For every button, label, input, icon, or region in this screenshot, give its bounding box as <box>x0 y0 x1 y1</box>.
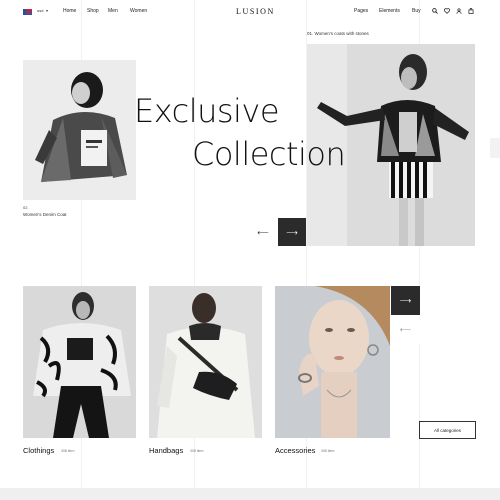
category-name-handbags[interactable]: Handbags <box>149 446 183 455</box>
prev-slide-button[interactable]: ⟵ <box>249 218 277 246</box>
category-image-handbags[interactable] <box>149 286 262 438</box>
hero-image-denim-coat[interactable] <box>23 60 136 200</box>
category-image-accessories[interactable] <box>275 286 390 438</box>
nav-women[interactable]: Women <box>130 8 147 14</box>
search-icon[interactable] <box>432 8 438 14</box>
user-icon[interactable] <box>456 8 462 14</box>
currency-selector[interactable]: usd <box>37 8 43 13</box>
hero-title-line1: Exclusive <box>134 92 280 130</box>
hero-title-line2: Collection <box>192 135 346 173</box>
category-name-accessories[interactable]: Accessories <box>275 446 315 455</box>
all-categories-button[interactable]: All categories <box>419 421 476 439</box>
category-count: 308 item <box>61 449 75 453</box>
category-image-clothings[interactable] <box>23 286 136 438</box>
us-flag-icon[interactable] <box>23 9 32 15</box>
category-next-button[interactable]: ⟶ <box>391 286 420 315</box>
site-header: usd ▾ Home Shop Men Women LUSION Pages E… <box>0 0 500 24</box>
nav-home[interactable]: Home <box>63 8 76 14</box>
arrow-left-icon: ⟵ <box>257 227 269 237</box>
nav-buy[interactable]: Buy <box>412 8 421 14</box>
site-logo[interactable]: LUSION <box>236 7 275 16</box>
category-prev-button[interactable]: ⟵ <box>391 315 420 344</box>
next-slide-button[interactable]: ⟶ <box>278 218 306 246</box>
nav-pages[interactable]: Pages <box>354 8 368 14</box>
category-count: 308 item <box>321 449 335 453</box>
hero-item-label[interactable]: 01. Women's coats with stones <box>307 31 369 36</box>
chevron-down-icon[interactable]: ▾ <box>46 8 48 13</box>
arrow-right-icon: ⟶ <box>399 296 412 305</box>
nav-shop[interactable]: Shop <box>87 8 99 14</box>
arrow-left-icon: ⟵ <box>399 325 412 334</box>
nav-men[interactable]: Men <box>108 8 118 14</box>
footer-strip <box>0 488 500 500</box>
category-count: 308 item <box>190 449 204 453</box>
heart-icon[interactable] <box>443 8 451 14</box>
bag-icon[interactable] <box>468 7 474 14</box>
side-panel-tab[interactable] <box>490 138 500 158</box>
hero-item-label[interactable]: Women's Denim Coat <box>23 212 67 217</box>
hero-item-number: 02. <box>23 205 29 210</box>
arrow-right-icon: ⟶ <box>286 227 298 237</box>
category-name-clothings[interactable]: Clothings <box>23 446 54 455</box>
nav-elements[interactable]: Elements <box>379 8 400 14</box>
